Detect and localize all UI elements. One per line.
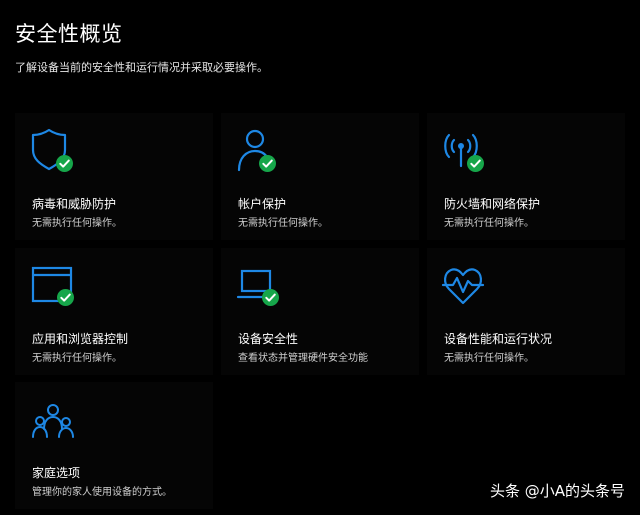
tile-status-text: 无需执行任何操作。 <box>444 353 534 364</box>
checkmark-icon <box>262 289 279 306</box>
tile-label: 家庭选项 <box>32 466 81 480</box>
tile-status-text: 无需执行任何操作。 <box>238 218 328 229</box>
tile-label: 防火墙和网络保护 <box>444 197 541 211</box>
security-overview-page: 安全性概览 了解设备当前的安全性和运行情况并采取必要操作。 病毒和威胁防护 无需… <box>0 0 640 515</box>
tile-status-text: 查看状态并管理硬件安全功能 <box>238 353 368 364</box>
checkmark-icon <box>57 289 74 306</box>
watermark: 头条 @小A的头条号 <box>489 482 625 500</box>
tile-status-text: 无需执行任何操作。 <box>32 353 122 364</box>
tile-label: 病毒和威胁防护 <box>32 197 117 211</box>
tile-label: 设备安全性 <box>238 332 299 346</box>
tile-label: 应用和浏览器控制 <box>32 332 129 346</box>
tile-firewall-network-protection[interactable]: 防火墙和网络保护 无需执行任何操作。 <box>427 113 625 240</box>
page-subtitle: 了解设备当前的安全性和运行情况并采取必要操作。 <box>15 61 268 74</box>
tile-family-options[interactable]: 家庭选项 管理你的家人使用设备的方式。 <box>15 382 213 509</box>
tile-status-text: 管理你的家人使用设备的方式。 <box>32 487 172 498</box>
tile-status-text: 无需执行任何操作。 <box>444 218 534 229</box>
page-title: 安全性概览 <box>15 22 123 46</box>
tile-device-security[interactable]: 设备安全性 查看状态并管理硬件安全功能 <box>221 248 419 375</box>
tile-account-protection[interactable]: 帐户保护 无需执行任何操作。 <box>221 113 419 240</box>
checkmark-icon <box>56 155 73 172</box>
tile-status-text: 无需执行任何操作。 <box>32 218 122 229</box>
checkmark-icon <box>259 155 276 172</box>
heart-pulse-icon <box>441 268 485 305</box>
checkmark-icon <box>467 155 484 172</box>
tile-app-browser-control[interactable]: 应用和浏览器控制 无需执行任何操作。 <box>15 248 213 375</box>
tile-device-performance-health[interactable]: 设备性能和运行状况 无需执行任何操作。 <box>427 248 625 375</box>
tile-label: 设备性能和运行状况 <box>444 332 553 346</box>
tile-label: 帐户保护 <box>238 197 287 211</box>
family-icon <box>32 404 74 438</box>
tile-virus-threat-protection[interactable]: 病毒和威胁防护 无需执行任何操作。 <box>15 113 213 240</box>
